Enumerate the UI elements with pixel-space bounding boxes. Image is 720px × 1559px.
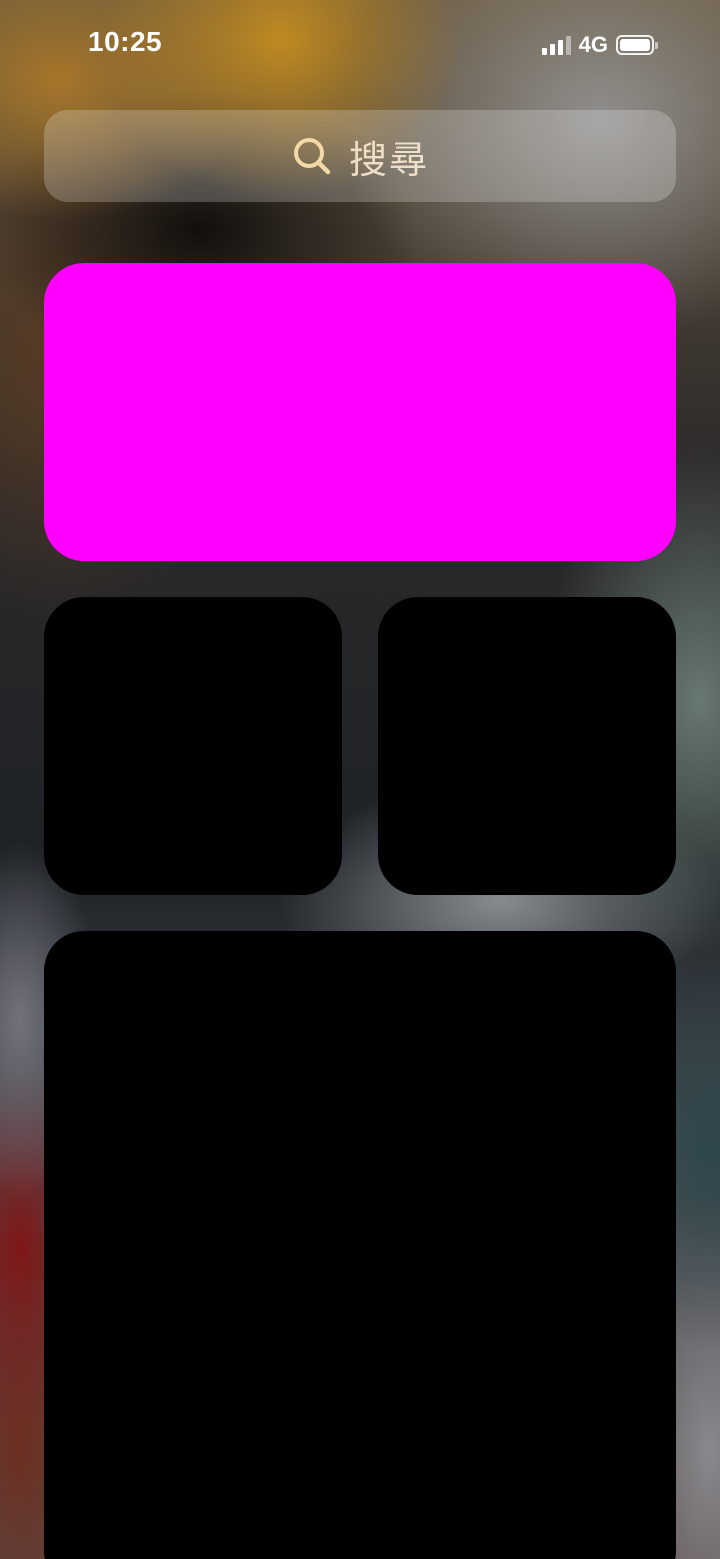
status-indicators: 4G [541,32,658,58]
today-view-screen: 10:25 4G 搜尋 [0,0,720,1559]
widget-small-right[interactable] [378,597,676,895]
status-bar: 10:25 4G [0,0,720,88]
widget-large[interactable] [44,263,676,561]
widget-small-left[interactable] [44,597,342,895]
battery-level-fill [620,39,650,51]
status-time: 10:25 [88,26,163,57]
cellular-signal-icon [541,35,571,55]
search-bar[interactable]: 搜尋 [44,110,676,202]
search-icon [291,135,333,177]
widget-xl[interactable] [44,931,676,1559]
battery-icon [616,35,658,55]
network-type: 4G [578,32,608,57]
search-placeholder: 搜尋 [348,137,429,182]
